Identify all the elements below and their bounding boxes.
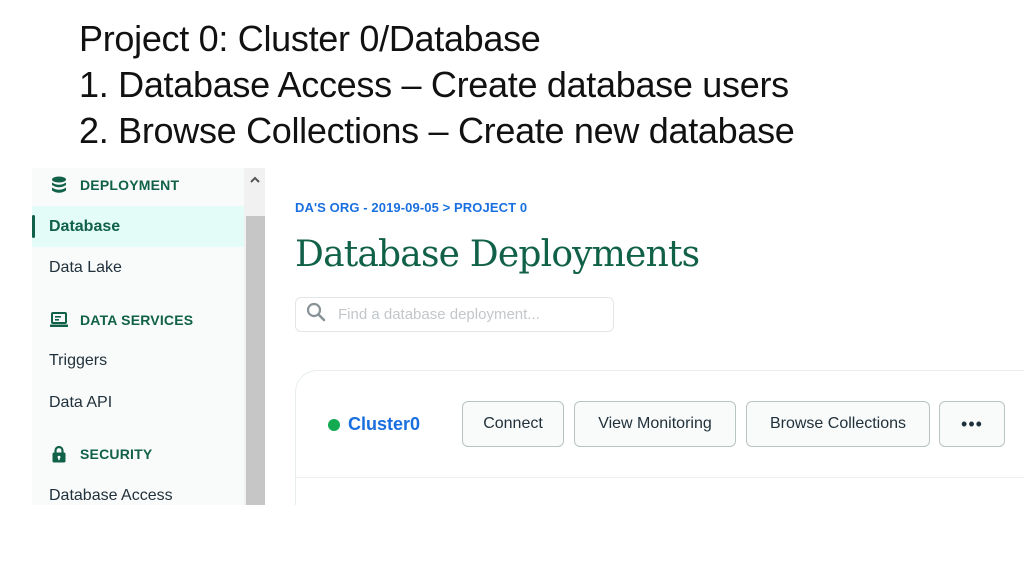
sidebar-item-label: Triggers xyxy=(49,351,108,369)
sidebar-item-label: Data API xyxy=(49,393,113,411)
sidebar-section-data-services: DATA SERVICES xyxy=(50,311,193,329)
slide-title-line: Project 0: Cluster 0/Database xyxy=(79,18,541,59)
sidebar-section-deployment: DEPLOYMENT xyxy=(50,176,179,194)
connect-button[interactable]: Connect xyxy=(462,401,564,447)
scroll-up-button[interactable] xyxy=(244,168,265,190)
sidebar-section-label: DATA SERVICES xyxy=(80,312,194,328)
breadcrumb[interactable]: DA'S ORG - 2019-09-05 > PROJECT 0 xyxy=(295,200,527,215)
sidebar-section-security: SECURITY xyxy=(50,445,152,463)
atlas-screenshot: DEPLOYMENT Database Data Lake DATA SERVI… xyxy=(32,168,1024,505)
page-title: Database Deployments xyxy=(295,234,700,275)
sidebar-item-triggers[interactable]: Triggers xyxy=(32,340,244,381)
slide-title: Project 0: Cluster 0/Database 1. Databas… xyxy=(79,16,795,154)
sidebar-item-database-access[interactable]: Database Access xyxy=(32,475,244,505)
sidebar-item-data-api[interactable]: Data API xyxy=(32,382,244,423)
search-icon xyxy=(306,302,326,327)
view-monitoring-button[interactable]: View Monitoring xyxy=(574,401,736,447)
laptop-icon xyxy=(50,311,68,329)
cluster-card: Cluster0 Connect View Monitoring Browse … xyxy=(295,370,1024,505)
slide-title-line: 2. Browse Collections – Create new datab… xyxy=(79,110,795,151)
ellipsis-icon: ••• xyxy=(961,413,983,434)
status-dot-icon xyxy=(328,418,340,431)
main-content: DA'S ORG - 2019-09-05 > PROJECT 0 Databa… xyxy=(265,168,1024,505)
search-input[interactable] xyxy=(336,305,600,324)
deployment-search[interactable] xyxy=(295,297,614,332)
cluster-header: Cluster0 xyxy=(328,414,420,435)
sidebar-item-label: Database Access xyxy=(49,486,173,504)
slide-title-line: 1. Database Access – Create database use… xyxy=(79,64,789,105)
browse-collections-button[interactable]: Browse Collections xyxy=(746,401,930,447)
sidebar-item-label: Database xyxy=(49,217,121,235)
scrollbar-thumb[interactable] xyxy=(246,216,265,505)
cluster-name-link[interactable]: Cluster0 xyxy=(348,414,420,435)
lock-icon xyxy=(50,445,68,463)
more-options-button[interactable]: ••• xyxy=(939,401,1005,447)
database-icon xyxy=(50,176,68,194)
sidebar-item-database[interactable]: Database xyxy=(32,206,244,247)
chevron-up-icon xyxy=(249,170,260,188)
sidebar-scrollbar[interactable] xyxy=(244,168,265,505)
sidebar-section-label: DEPLOYMENT xyxy=(80,177,180,193)
sidebar: DEPLOYMENT Database Data Lake DATA SERVI… xyxy=(32,168,244,505)
sidebar-item-label: Data Lake xyxy=(49,258,122,276)
card-divider xyxy=(296,477,1024,478)
sidebar-section-label: SECURITY xyxy=(80,446,153,462)
sidebar-item-data-lake[interactable]: Data Lake xyxy=(32,247,244,288)
